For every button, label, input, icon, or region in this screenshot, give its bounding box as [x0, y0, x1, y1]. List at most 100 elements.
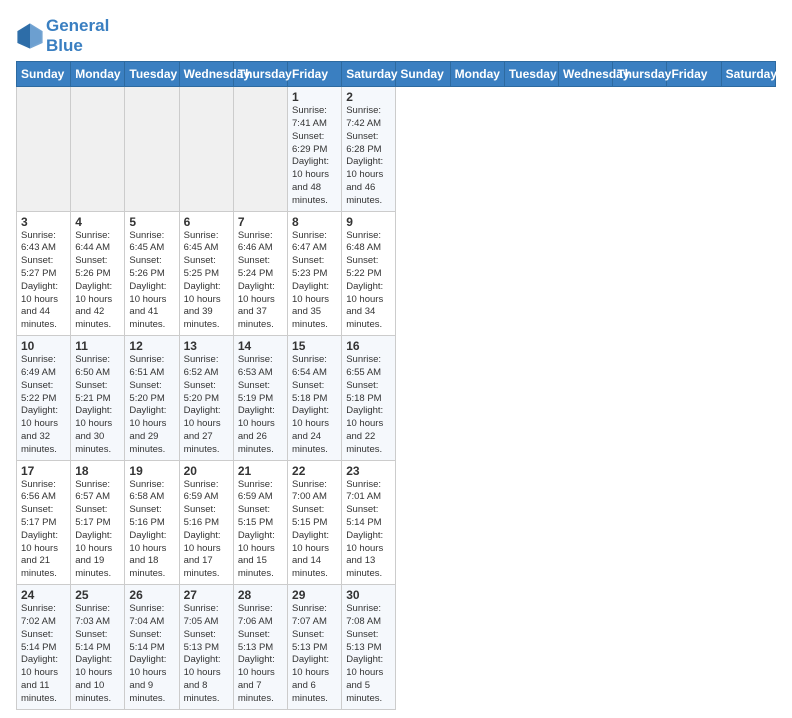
calendar-cell: 6Sunrise: 6:45 AM Sunset: 5:25 PM Daylig… — [179, 211, 233, 336]
day-info: Sunrise: 6:56 AM Sunset: 5:17 PM Dayligh… — [21, 479, 66, 582]
day-number: 17 — [21, 464, 66, 478]
weekday-header: Monday — [450, 62, 504, 87]
calendar-cell: 30Sunrise: 7:08 AM Sunset: 5:13 PM Dayli… — [342, 585, 396, 710]
calendar-cell: 5Sunrise: 6:45 AM Sunset: 5:26 PM Daylig… — [125, 211, 179, 336]
logo: General Blue — [16, 16, 109, 55]
day-number: 21 — [238, 464, 283, 478]
calendar-cell: 9Sunrise: 6:48 AM Sunset: 5:22 PM Daylig… — [342, 211, 396, 336]
logo-icon — [16, 22, 44, 50]
calendar-cell: 27Sunrise: 7:05 AM Sunset: 5:13 PM Dayli… — [179, 585, 233, 710]
day-number: 15 — [292, 339, 337, 353]
day-number: 10 — [21, 339, 66, 353]
weekday-header: Sunday — [396, 62, 450, 87]
day-info: Sunrise: 6:50 AM Sunset: 5:21 PM Dayligh… — [75, 354, 120, 457]
weekday-header: Tuesday — [504, 62, 558, 87]
calendar-table: SundayMondayTuesdayWednesdayThursdayFrid… — [16, 61, 776, 710]
day-info: Sunrise: 7:42 AM Sunset: 6:28 PM Dayligh… — [346, 105, 391, 208]
day-number: 13 — [184, 339, 229, 353]
calendar-cell: 10Sunrise: 6:49 AM Sunset: 5:22 PM Dayli… — [17, 336, 71, 461]
day-number: 14 — [238, 339, 283, 353]
weekday-header: Friday — [667, 62, 721, 87]
calendar-cell: 23Sunrise: 7:01 AM Sunset: 5:14 PM Dayli… — [342, 460, 396, 585]
weekday-header: Thursday — [613, 62, 667, 87]
day-number: 4 — [75, 215, 120, 229]
calendar-cell: 1Sunrise: 7:41 AM Sunset: 6:29 PM Daylig… — [288, 87, 342, 212]
calendar-cell: 18Sunrise: 6:57 AM Sunset: 5:17 PM Dayli… — [71, 460, 125, 585]
day-number: 1 — [292, 90, 337, 104]
calendar-cell: 12Sunrise: 6:51 AM Sunset: 5:20 PM Dayli… — [125, 336, 179, 461]
day-info: Sunrise: 6:48 AM Sunset: 5:22 PM Dayligh… — [346, 230, 391, 333]
calendar-cell: 22Sunrise: 7:00 AM Sunset: 5:15 PM Dayli… — [288, 460, 342, 585]
weekday-header-monday: Monday — [71, 62, 125, 87]
calendar-cell: 17Sunrise: 6:56 AM Sunset: 5:17 PM Dayli… — [17, 460, 71, 585]
day-info: Sunrise: 7:00 AM Sunset: 5:15 PM Dayligh… — [292, 479, 337, 582]
weekday-header: Wednesday — [559, 62, 613, 87]
day-number: 26 — [129, 588, 174, 602]
weekday-header: Saturday — [721, 62, 775, 87]
day-info: Sunrise: 6:52 AM Sunset: 5:20 PM Dayligh… — [184, 354, 229, 457]
calendar-cell — [179, 87, 233, 212]
calendar-week-row: 10Sunrise: 6:49 AM Sunset: 5:22 PM Dayli… — [17, 336, 776, 461]
calendar-cell: 28Sunrise: 7:06 AM Sunset: 5:13 PM Dayli… — [233, 585, 287, 710]
calendar-cell: 25Sunrise: 7:03 AM Sunset: 5:14 PM Dayli… — [71, 585, 125, 710]
calendar-week-row: 3Sunrise: 6:43 AM Sunset: 5:27 PM Daylig… — [17, 211, 776, 336]
calendar-cell — [17, 87, 71, 212]
calendar-cell: 7Sunrise: 6:46 AM Sunset: 5:24 PM Daylig… — [233, 211, 287, 336]
calendar-week-row: 17Sunrise: 6:56 AM Sunset: 5:17 PM Dayli… — [17, 460, 776, 585]
day-info: Sunrise: 6:51 AM Sunset: 5:20 PM Dayligh… — [129, 354, 174, 457]
day-number: 7 — [238, 215, 283, 229]
day-info: Sunrise: 7:04 AM Sunset: 5:14 PM Dayligh… — [129, 603, 174, 706]
weekday-header-sunday: Sunday — [17, 62, 71, 87]
day-number: 27 — [184, 588, 229, 602]
weekday-header-thursday: Thursday — [233, 62, 287, 87]
weekday-header-tuesday: Tuesday — [125, 62, 179, 87]
day-number: 20 — [184, 464, 229, 478]
weekday-header-saturday: Saturday — [342, 62, 396, 87]
day-number: 18 — [75, 464, 120, 478]
day-info: Sunrise: 6:47 AM Sunset: 5:23 PM Dayligh… — [292, 230, 337, 333]
calendar-cell: 21Sunrise: 6:59 AM Sunset: 5:15 PM Dayli… — [233, 460, 287, 585]
day-number: 8 — [292, 215, 337, 229]
day-info: Sunrise: 6:43 AM Sunset: 5:27 PM Dayligh… — [21, 230, 66, 333]
calendar-cell — [71, 87, 125, 212]
calendar-cell: 24Sunrise: 7:02 AM Sunset: 5:14 PM Dayli… — [17, 585, 71, 710]
logo-text: General Blue — [46, 16, 109, 55]
calendar-cell: 19Sunrise: 6:58 AM Sunset: 5:16 PM Dayli… — [125, 460, 179, 585]
day-number: 23 — [346, 464, 391, 478]
calendar-week-row: 1Sunrise: 7:41 AM Sunset: 6:29 PM Daylig… — [17, 87, 776, 212]
calendar-cell: 8Sunrise: 6:47 AM Sunset: 5:23 PM Daylig… — [288, 211, 342, 336]
day-number: 9 — [346, 215, 391, 229]
day-info: Sunrise: 6:57 AM Sunset: 5:17 PM Dayligh… — [75, 479, 120, 582]
day-info: Sunrise: 6:49 AM Sunset: 5:22 PM Dayligh… — [21, 354, 66, 457]
day-info: Sunrise: 6:59 AM Sunset: 5:15 PM Dayligh… — [238, 479, 283, 582]
day-number: 12 — [129, 339, 174, 353]
day-number: 22 — [292, 464, 337, 478]
day-number: 6 — [184, 215, 229, 229]
day-info: Sunrise: 6:53 AM Sunset: 5:19 PM Dayligh… — [238, 354, 283, 457]
day-info: Sunrise: 7:07 AM Sunset: 5:13 PM Dayligh… — [292, 603, 337, 706]
calendar-header-row: SundayMondayTuesdayWednesdayThursdayFrid… — [17, 62, 776, 87]
day-number: 2 — [346, 90, 391, 104]
day-number: 3 — [21, 215, 66, 229]
day-info: Sunrise: 7:03 AM Sunset: 5:14 PM Dayligh… — [75, 603, 120, 706]
calendar-cell: 15Sunrise: 6:54 AM Sunset: 5:18 PM Dayli… — [288, 336, 342, 461]
day-info: Sunrise: 7:08 AM Sunset: 5:13 PM Dayligh… — [346, 603, 391, 706]
calendar-cell: 16Sunrise: 6:55 AM Sunset: 5:18 PM Dayli… — [342, 336, 396, 461]
header: General Blue — [16, 12, 776, 55]
calendar-cell — [125, 87, 179, 212]
calendar-cell — [233, 87, 287, 212]
calendar-cell: 11Sunrise: 6:50 AM Sunset: 5:21 PM Dayli… — [71, 336, 125, 461]
weekday-header-wednesday: Wednesday — [179, 62, 233, 87]
calendar-week-row: 24Sunrise: 7:02 AM Sunset: 5:14 PM Dayli… — [17, 585, 776, 710]
day-number: 29 — [292, 588, 337, 602]
calendar-cell: 26Sunrise: 7:04 AM Sunset: 5:14 PM Dayli… — [125, 585, 179, 710]
calendar-cell: 29Sunrise: 7:07 AM Sunset: 5:13 PM Dayli… — [288, 585, 342, 710]
day-info: Sunrise: 7:06 AM Sunset: 5:13 PM Dayligh… — [238, 603, 283, 706]
day-number: 16 — [346, 339, 391, 353]
day-number: 25 — [75, 588, 120, 602]
page-container: General Blue SundayMondayTuesdayWednesda… — [0, 0, 792, 718]
day-number: 30 — [346, 588, 391, 602]
day-number: 11 — [75, 339, 120, 353]
day-info: Sunrise: 6:55 AM Sunset: 5:18 PM Dayligh… — [346, 354, 391, 457]
day-number: 24 — [21, 588, 66, 602]
